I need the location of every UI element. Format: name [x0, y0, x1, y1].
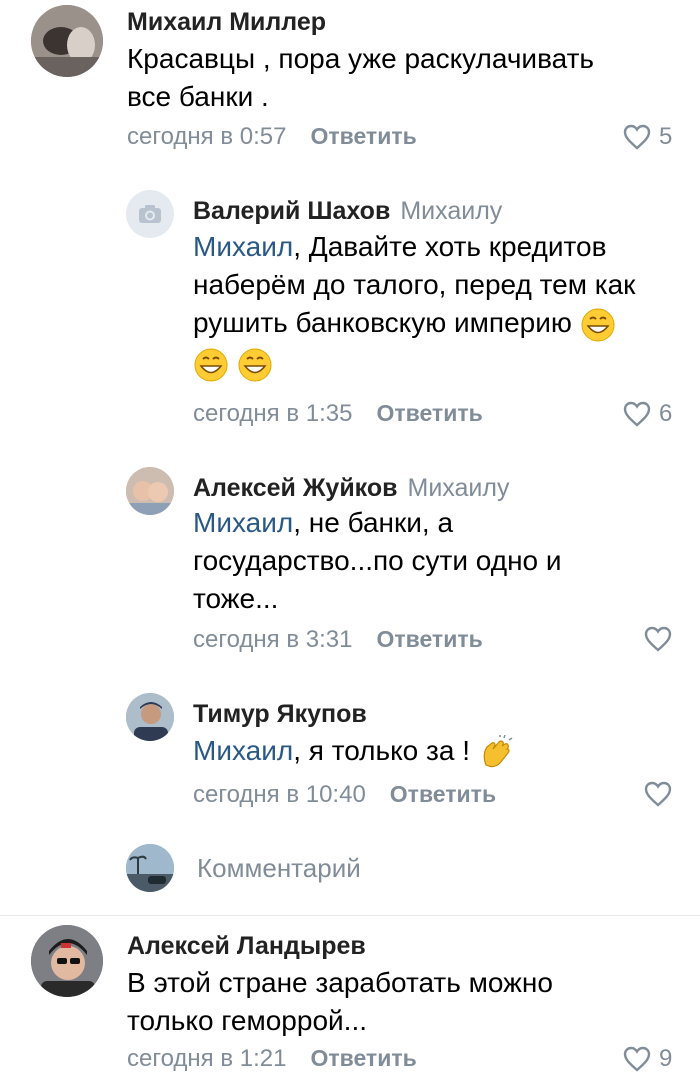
comment-author[interactable]: Тимур Якупов: [193, 700, 367, 729]
like-button[interactable]: 6: [623, 400, 672, 428]
comment-time: сегодня в 3:31: [193, 626, 353, 653]
comment-author[interactable]: Михаил Миллер: [127, 8, 326, 37]
clapping-hands-icon: [483, 734, 513, 767]
grinning-emoji-icon: [581, 308, 615, 342]
reply-button[interactable]: Ответить: [376, 400, 482, 426]
comment-time: сегодня в 1:35: [193, 400, 353, 427]
like-count: 9: [659, 1045, 673, 1072]
avatar[interactable]: [126, 190, 174, 238]
heart-icon: [623, 1046, 651, 1072]
comment-line: все банки .: [127, 81, 269, 112]
comment-line: только геморрой...: [127, 1005, 367, 1036]
avatar-photo: [126, 844, 174, 892]
avatar-photo: [126, 693, 174, 741]
reply-button[interactable]: Ответить: [310, 1045, 416, 1071]
comment-line: тоже...: [193, 583, 279, 614]
comment-line: наберём до талого, перед тем как: [193, 269, 636, 300]
comment-line: , Давайте хоть кредитов: [293, 231, 607, 262]
comment-author[interactable]: Валерий Шахов: [193, 197, 390, 225]
like-button[interactable]: 5: [623, 123, 672, 151]
like-count: 5: [659, 123, 673, 150]
grinning-emoji-icon: [238, 348, 272, 382]
comment-line: Красавцы , пора уже раскулачивать: [127, 43, 595, 74]
reply-button[interactable]: Ответить: [390, 781, 496, 807]
my-avatar: [126, 844, 174, 892]
comment-line: , я только за !: [293, 735, 470, 766]
comment-text: Михаил, не банки, а государство...по сут…: [193, 504, 673, 618]
reply-to-label[interactable]: Михаилу: [400, 197, 502, 225]
avatar-photo: [126, 467, 174, 515]
like-button[interactable]: [644, 781, 680, 807]
comment-time: сегодня в 1:21: [127, 1045, 287, 1072]
like-button[interactable]: [644, 626, 680, 652]
reply-button[interactable]: Ответить: [376, 626, 482, 652]
like-button[interactable]: 9: [623, 1045, 672, 1073]
like-count: 6: [659, 400, 673, 427]
comment-text: Михаил, я только за !: [193, 732, 673, 771]
reply-button[interactable]: Ответить: [310, 123, 416, 149]
reply-to-label[interactable]: Михаилу: [408, 474, 510, 502]
comment-meta: сегодня в 0:57 Ответить: [127, 123, 417, 151]
grinning-emoji-icon: [194, 348, 228, 382]
comment-time: сегодня в 0:57: [127, 123, 287, 150]
avatar-photo: [31, 5, 103, 77]
mention-link[interactable]: Михаил: [193, 735, 293, 766]
comment-text: Михаил, Давайте хоть кредитов наберём до…: [193, 228, 673, 383]
comment-line: В этой стране заработать можно: [127, 967, 553, 998]
camera-icon: [139, 205, 161, 223]
comment-meta: сегодня в 1:35 Ответить: [193, 400, 483, 428]
heart-icon: [623, 401, 651, 427]
comment-line: государство...по сути одно и: [193, 545, 562, 576]
comment-line: , не банки, а: [293, 507, 454, 538]
heart-icon: [644, 626, 672, 652]
mention-link[interactable]: Михаил: [193, 507, 293, 538]
comment-time: сегодня в 10:40: [193, 781, 366, 808]
comment-meta: сегодня в 3:31 Ответить: [193, 626, 483, 654]
comment-input[interactable]: Комментарий: [197, 853, 361, 884]
comment-line: рушить банковскую империю: [193, 307, 572, 338]
comment-header: Валерий Шахов Михаилу: [193, 197, 502, 226]
comment-author[interactable]: Алексей Жуйков: [193, 474, 398, 502]
comment-header: Алексей Жуйков Михаилу: [193, 474, 509, 503]
comment-meta: сегодня в 10:40 Ответить: [193, 781, 496, 809]
comment-meta: сегодня в 1:21 Ответить: [127, 1045, 417, 1073]
avatar[interactable]: [126, 693, 174, 741]
avatar[interactable]: [126, 467, 174, 515]
avatar[interactable]: [31, 5, 103, 77]
divider: [0, 915, 700, 916]
avatar-photo: [31, 925, 103, 997]
heart-icon: [623, 124, 651, 150]
comment-text: Красавцы , пора уже раскулачивать все ба…: [127, 40, 667, 116]
comment-author[interactable]: Алексей Ландырев: [127, 932, 366, 961]
mention-link[interactable]: Михаил: [193, 231, 293, 262]
avatar[interactable]: [31, 925, 103, 997]
heart-icon: [644, 781, 672, 807]
comment-text: В этой стране заработать можно только ге…: [127, 964, 667, 1040]
